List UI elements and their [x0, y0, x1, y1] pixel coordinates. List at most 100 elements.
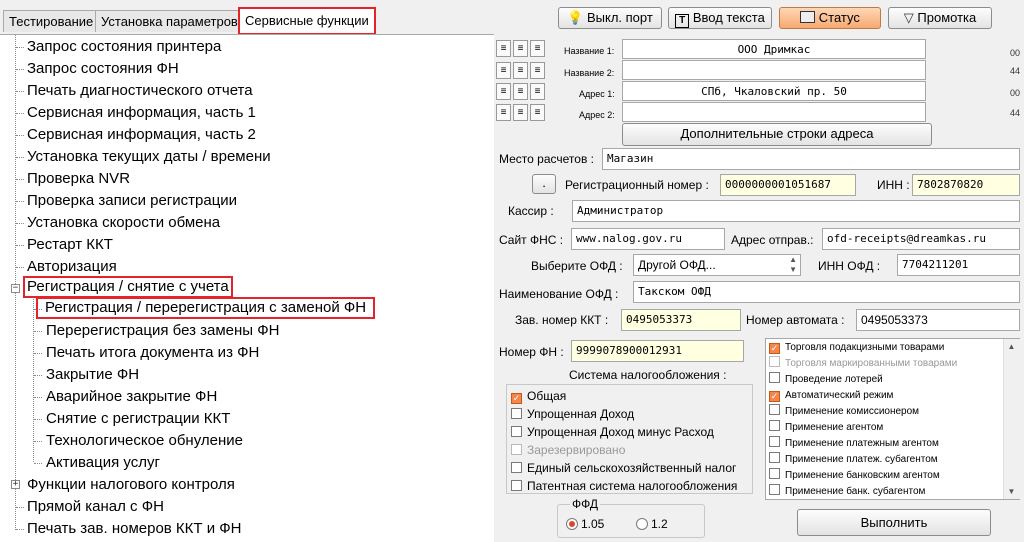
mode-lotteries[interactable]: Проведение лотерей	[769, 372, 883, 388]
checkbox-icon[interactable]	[769, 420, 780, 431]
name2-field[interactable]	[622, 60, 926, 80]
align-right-icon[interactable]: ≡	[530, 104, 545, 121]
align-group-addr2[interactable]: ≡ ≡ ≡	[496, 104, 545, 122]
tax-option-general[interactable]: ✓ Общая	[511, 387, 566, 405]
tree-item-print-serials[interactable]: Печать зав. номеров ККТ и ФН	[27, 519, 242, 539]
tree-item-diagnostic-report[interactable]: Печать диагностического отчета	[27, 81, 253, 101]
tree-item-tech-reset[interactable]: Технологическое обнуление	[46, 431, 243, 451]
addr1-field[interactable]: СПб, Чкаловский пр. 50	[622, 81, 926, 101]
tree-item-authorization[interactable]: Авторизация	[27, 257, 117, 277]
checkbox-checked-icon[interactable]: ✓	[769, 391, 780, 402]
tree-item-service-activation[interactable]: Активация услуг	[46, 453, 160, 473]
place-field[interactable]: Магазин	[602, 148, 1020, 170]
tax-option-simplified-income[interactable]: Упрощенная Доход	[511, 405, 634, 423]
mode-excise-goods[interactable]: ✓ Торговля подакцизными товарами	[769, 340, 944, 356]
checkbox-icon[interactable]	[769, 372, 780, 383]
name1-field[interactable]: ООО Дримкас	[622, 39, 926, 59]
tree-item-registration-group[interactable]: Регистрация / снятие с учета	[23, 276, 233, 298]
fn-number-field[interactable]: 9999078900012931	[571, 340, 744, 362]
checkbox-icon[interactable]	[511, 462, 522, 473]
tree-item-service-info-1[interactable]: Сервисная информация, часть 1	[27, 103, 256, 123]
tree-item-print-doc-total[interactable]: Печать итога документа из ФН	[46, 343, 259, 363]
ofd-name-field[interactable]: Такском ОФД	[633, 281, 1020, 303]
tab-settings[interactable]: Установка параметров	[95, 10, 244, 32]
checkbox-icon[interactable]	[511, 426, 522, 437]
tree-item-nvr-check[interactable]: Проверка NVR	[27, 169, 130, 189]
mode-automatic[interactable]: ✓ Автоматический режим	[769, 388, 893, 404]
tax-option-simplified-income-minus-expense[interactable]: Упрощенная Доход минус Расход	[511, 423, 714, 441]
mode-scrollbar[interactable]: ▲ ▼	[1003, 339, 1020, 499]
more-address-lines-button[interactable]: Дополнительные строки адреса	[622, 123, 932, 146]
scroll-up-icon[interactable]: ▲	[1005, 340, 1018, 353]
align-center-icon[interactable]: ≡	[513, 104, 528, 121]
radio-selected-icon[interactable]	[566, 518, 578, 530]
checkbox-checked-icon[interactable]: ✓	[511, 393, 522, 404]
tax-option-agricultural[interactable]: Единый сельскохозяйственный налог	[511, 459, 736, 477]
align-center-icon[interactable]: ≡	[513, 62, 528, 79]
tree-item-reregistration-no-fn[interactable]: Перерегистрация без замены ФН	[46, 321, 279, 341]
tree-item-reregistration-with-fn[interactable]: Регистрация / перерегистрация с заменой …	[35, 297, 376, 319]
mode-checklist[interactable]: ✓ Торговля подакцизными товарами Торговля…	[765, 338, 1020, 500]
cashier-field[interactable]: Администратор	[572, 200, 1020, 222]
scroll-feed-button[interactable]: ▽ Промотка	[888, 7, 992, 29]
tab-service-functions[interactable]: Сервисные функции	[238, 7, 376, 35]
inn-field[interactable]: 7802870820	[912, 174, 1020, 196]
dot-button[interactable]: .	[532, 174, 556, 194]
align-group-name1[interactable]: ≡ ≡ ≡	[496, 40, 545, 58]
tree-item-deregister-kkt[interactable]: Снятие с регистрации ККТ	[46, 409, 230, 429]
checkbox-icon[interactable]	[511, 408, 522, 419]
tree-item-direct-channel[interactable]: Прямой канал с ФН	[27, 497, 164, 517]
align-center-icon[interactable]: ≡	[513, 40, 528, 57]
auto-number-field[interactable]: 0495053373	[856, 309, 1020, 331]
ffd-option-12[interactable]: 1.2	[636, 515, 668, 533]
tax-option-patent[interactable]: Патентная система налогообложения	[511, 477, 737, 495]
align-left-icon[interactable]: ≡	[496, 40, 511, 57]
expand-icon[interactable]: +	[11, 480, 20, 489]
execute-button[interactable]: Выполнить	[797, 509, 991, 536]
align-left-icon[interactable]: ≡	[496, 83, 511, 100]
tab-testing[interactable]: Тестирование	[3, 10, 100, 32]
sender-address-field[interactable]: ofd-receipts@dreamkas.ru	[822, 228, 1020, 250]
align-group-name2[interactable]: ≡ ≡ ≡	[496, 62, 545, 80]
ofd-select[interactable]: Другой ОФД... ▲ ▼	[633, 254, 801, 276]
mode-payment-agent[interactable]: Применение платежным агентом	[769, 436, 939, 452]
tree-item-close-fn[interactable]: Закрытие ФН	[46, 365, 139, 385]
mode-payment-subagent[interactable]: Применение платеж. субагентом	[769, 452, 938, 468]
tree-item-emergency-close-fn[interactable]: Аварийное закрытие ФН	[46, 387, 217, 407]
align-right-icon[interactable]: ≡	[530, 83, 545, 100]
mode-bank-agent[interactable]: Применение банковским агентом	[769, 468, 940, 484]
kkt-serial-field[interactable]: 0495053373	[621, 309, 741, 331]
ofd-inn-field[interactable]: 7704211201	[897, 254, 1020, 276]
tree-item-tax-control[interactable]: Функции налогового контроля	[27, 475, 235, 495]
checkbox-icon[interactable]	[511, 480, 522, 491]
align-left-icon[interactable]: ≡	[496, 62, 511, 79]
collapse-icon[interactable]: −	[11, 284, 20, 293]
align-group-addr1[interactable]: ≡ ≡ ≡	[496, 83, 545, 101]
tree-item-service-info-2[interactable]: Сервисная информация, часть 2	[27, 125, 256, 145]
radio-icon[interactable]	[636, 518, 648, 530]
align-right-icon[interactable]: ≡	[530, 62, 545, 79]
addr2-field[interactable]	[622, 102, 926, 122]
align-right-icon[interactable]: ≡	[530, 40, 545, 57]
align-center-icon[interactable]: ≡	[513, 83, 528, 100]
port-off-button[interactable]: 💡 Выкл. порт	[558, 7, 662, 29]
checkbox-icon[interactable]	[769, 484, 780, 495]
tree-item-fn-status[interactable]: Запрос состояния ФН	[27, 59, 179, 79]
mode-bank-subagent[interactable]: Применение банк. субагентом	[769, 484, 925, 500]
status-button[interactable]: Статус	[779, 7, 881, 29]
checkbox-checked-icon[interactable]: ✓	[769, 343, 780, 354]
tree-item-registration-check[interactable]: Проверка записи регистрации	[27, 191, 237, 211]
ffd-option-105[interactable]: 1.05	[566, 515, 604, 533]
checkbox-icon[interactable]	[769, 436, 780, 447]
tree-item-printer-status[interactable]: Запрос состояния принтера	[27, 37, 221, 57]
fns-site-field[interactable]: www.nalog.gov.ru	[571, 228, 725, 250]
checkbox-icon[interactable]	[769, 404, 780, 415]
checkbox-icon[interactable]	[769, 452, 780, 463]
scroll-down-icon[interactable]: ▼	[1005, 485, 1018, 498]
checkbox-icon[interactable]	[769, 468, 780, 479]
tree-item-set-datetime[interactable]: Установка текущих даты / времени	[27, 147, 271, 167]
tree-item-baud-rate[interactable]: Установка скорости обмена	[27, 213, 220, 233]
tree-item-restart-kkt[interactable]: Рестарт ККТ	[27, 235, 113, 255]
mode-agent[interactable]: Применение агентом	[769, 420, 883, 436]
align-left-icon[interactable]: ≡	[496, 104, 511, 121]
